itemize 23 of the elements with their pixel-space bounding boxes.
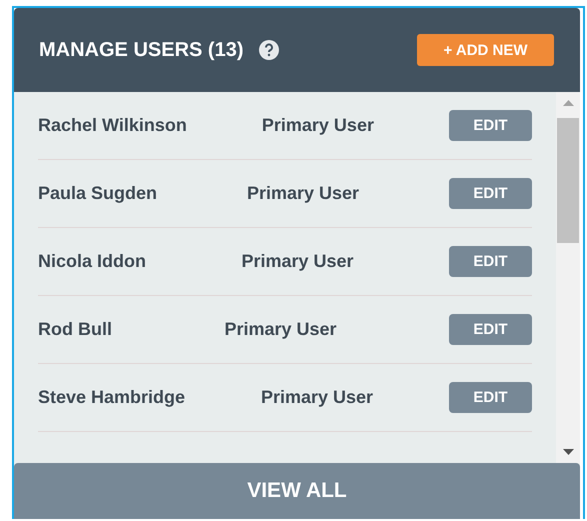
edit-button[interactable]: EDIT [449, 110, 532, 141]
user-role: Primary User [262, 115, 374, 135]
edit-button[interactable]: EDIT [449, 382, 532, 413]
user-name: Rod Bull [38, 319, 112, 340]
scrollbar-thumb[interactable] [557, 118, 579, 243]
user-name: Paula Sugden [38, 183, 158, 204]
scrollbar[interactable] [556, 92, 580, 463]
scroll-down-icon[interactable] [562, 449, 574, 455]
user-role: Primary User [260, 387, 374, 407]
edit-button[interactable]: EDIT [449, 178, 532, 209]
scroll-up-icon[interactable] [562, 100, 574, 106]
user-role: Primary User [241, 251, 354, 271]
edit-button[interactable]: EDIT [449, 314, 532, 345]
edit-button[interactable]: EDIT [449, 246, 532, 277]
user-role: Primary User [246, 183, 360, 203]
help-icon[interactable] [259, 40, 280, 60]
user-role: Primary User [224, 319, 337, 339]
user-name: Rachel Wilkinson [38, 115, 187, 136]
panel-title: MANAGE USERS (13) [39, 38, 244, 62]
view-all-button[interactable]: VIEW ALL [14, 463, 580, 519]
add-new-button[interactable]: + ADD NEW [417, 34, 554, 66]
user-name: Steve Hambridge [38, 387, 186, 408]
user-name: Nicola Iddon [38, 251, 146, 272]
